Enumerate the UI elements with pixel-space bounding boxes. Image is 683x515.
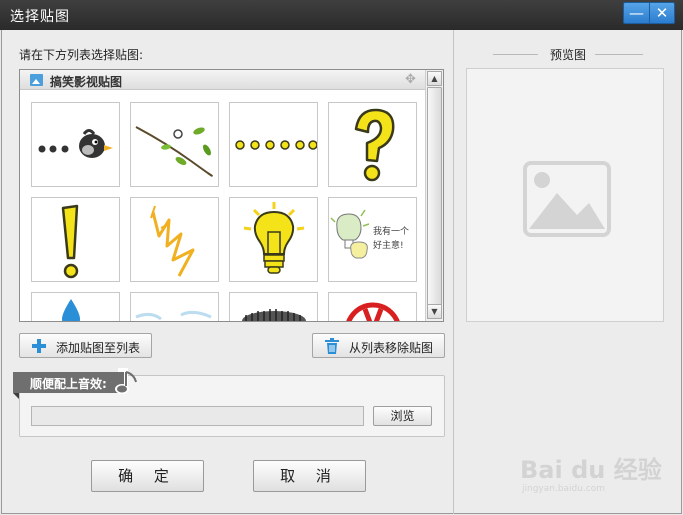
window-controls: — ✕ (623, 2, 675, 24)
panel-divider (453, 30, 454, 514)
preview-panel (466, 68, 664, 322)
plus-icon (32, 339, 46, 353)
add-sticker-button[interactable]: 添加贴图至列表 (19, 333, 152, 358)
sound-effect-label: 顺便配上音效: (30, 377, 107, 391)
idea-bubble-icon: 我有一个 好主意! (330, 209, 409, 259)
lightbulb-icon (243, 202, 305, 274)
branch-icon (135, 126, 213, 177)
sticker-lightbulb[interactable] (229, 197, 318, 282)
scroll-thumb[interactable] (427, 87, 442, 305)
remove-sticker-button[interactable]: 从列表移除贴图 (312, 333, 445, 358)
list-scrollbar[interactable]: ▲ ▼ (425, 70, 443, 321)
svg-text:我有一个: 我有一个 (373, 225, 409, 237)
burst-lines-icon (150, 205, 195, 277)
sticker-exclamation-mark[interactable] (31, 197, 120, 282)
sticker-idea-bubble[interactable]: 我有一个 好主意! (328, 197, 417, 282)
close-button[interactable]: ✕ (649, 3, 674, 23)
scroll-down-icon[interactable]: ▼ (427, 304, 442, 319)
title-bar: 选择贴图 — ✕ (0, 0, 683, 30)
image-placeholder-icon (523, 161, 611, 237)
window-title: 选择贴图 (10, 9, 70, 25)
sticker-list[interactable]: 搞笑影视贴图 ✥ 我有一个 好主意! ▲ ▼ (19, 69, 444, 322)
scroll-up-icon[interactable]: ▲ (427, 71, 442, 86)
trash-icon (325, 338, 339, 354)
bird-dots-icon (38, 129, 113, 158)
baidu-watermark-url: jingyan.baidu.com (522, 484, 606, 494)
cancel-button[interactable]: 取 消 (253, 460, 366, 492)
add-sticker-label: 添加贴图至列表 (56, 341, 141, 355)
browse-button[interactable]: 浏览 (373, 406, 432, 426)
baidu-watermark: Bai du 经验 (520, 456, 662, 484)
remove-sticker-label: 从列表移除贴图 (349, 341, 434, 355)
svg-text:好主意!: 好主意! (373, 239, 404, 251)
list-instruction-label: 请在下方列表选择贴图: (19, 48, 144, 62)
sticker-splash[interactable] (130, 292, 219, 321)
sticker-branch[interactable] (130, 102, 219, 187)
yellow-dots-icon (235, 140, 317, 150)
image-icon (30, 74, 43, 86)
music-note-icon (115, 368, 137, 394)
sound-file-path-field[interactable] (31, 406, 364, 426)
category-header[interactable]: 搞笑影视贴图 ✥ (20, 70, 425, 90)
red-sign-icon (346, 302, 400, 321)
splash-icon (135, 310, 212, 321)
sticker-red-sign[interactable] (328, 292, 417, 321)
sticker-bird-dots[interactable] (31, 102, 120, 187)
preview-title: 预览图 (549, 48, 586, 62)
ok-button[interactable]: 确 定 (91, 460, 204, 492)
sticker-yellow-dots[interactable] (229, 102, 318, 187)
move-icon[interactable]: ✥ (405, 72, 416, 87)
question-mark-icon (354, 108, 395, 182)
exclamation-mark-icon (61, 204, 79, 279)
sticker-dark-cloud[interactable] (229, 292, 318, 321)
sticker-water-drop[interactable] (31, 292, 120, 321)
category-title: 搞笑影视贴图 (50, 75, 123, 89)
water-drop-icon (62, 299, 80, 321)
dark-cloud-icon (242, 309, 306, 321)
minimize-button[interactable]: — (624, 3, 649, 23)
sticker-question-mark[interactable] (328, 102, 417, 187)
sticker-burst-lines[interactable] (130, 197, 219, 282)
